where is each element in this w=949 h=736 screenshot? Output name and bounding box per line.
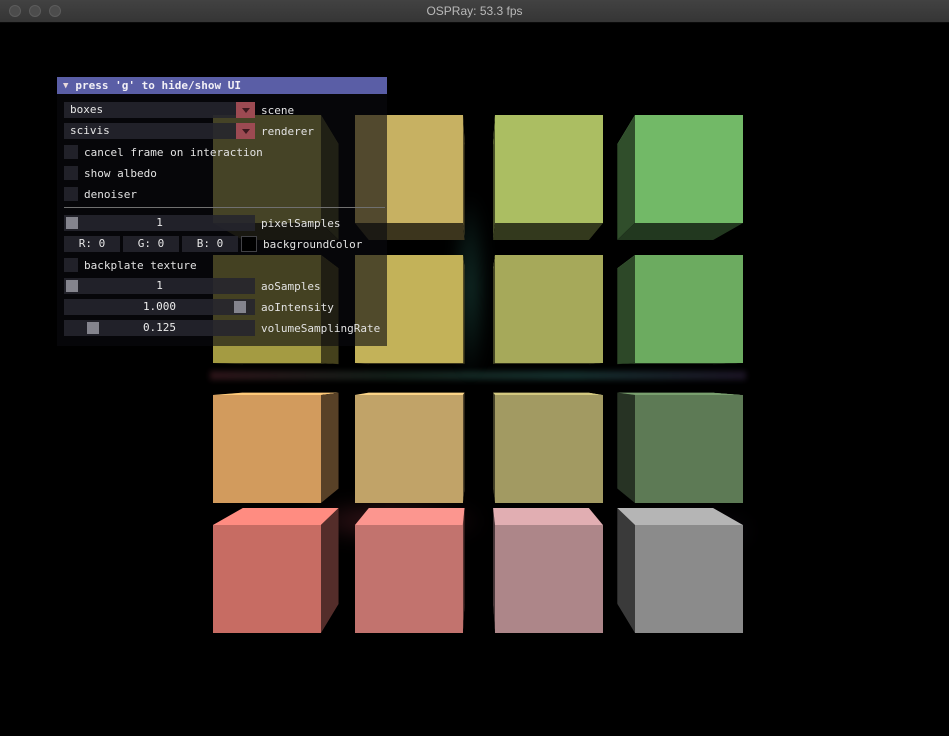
cancel-frame-checkbox[interactable] bbox=[64, 145, 78, 159]
cube-face-bottom bbox=[355, 363, 465, 364]
scene-combo-arrow-button[interactable] bbox=[236, 102, 255, 118]
chevron-down-icon bbox=[242, 129, 250, 134]
window-titlebar[interactable]: OSPRay: 53.3 fps bbox=[0, 0, 949, 23]
show-albedo-checkbox[interactable] bbox=[64, 166, 78, 180]
cube-face-bottom bbox=[617, 363, 743, 364]
cube-2-4 bbox=[626, 262, 728, 364]
cube-face-front bbox=[213, 395, 321, 503]
cube-1-3 bbox=[494, 130, 596, 232]
separator bbox=[64, 207, 385, 208]
panel-header[interactable]: ▼ press 'g' to hide/show UI bbox=[57, 77, 387, 94]
cube-face-front bbox=[635, 255, 743, 363]
chevron-down-icon bbox=[242, 108, 250, 113]
cube-4-2 bbox=[362, 516, 464, 618]
renderer-combo[interactable]: scivis bbox=[64, 123, 255, 139]
cube-face-front bbox=[355, 395, 463, 503]
backplate-label: backplate texture bbox=[84, 259, 197, 272]
cube-face-front bbox=[495, 525, 603, 633]
panel-body: boxes scene scivis renderer cancel frame… bbox=[57, 94, 387, 346]
renderer-row: scivis renderer bbox=[64, 123, 387, 139]
aointensity-row: 1.000 aoIntensity bbox=[64, 299, 387, 315]
cube-3-1 bbox=[229, 394, 331, 496]
cube-face-left bbox=[617, 115, 635, 240]
pixelsamples-slider[interactable]: 1 bbox=[64, 215, 255, 231]
volumesamplingrate-label: volumeSamplingRate bbox=[261, 322, 380, 335]
cube-face-front bbox=[495, 115, 603, 223]
scene-combo[interactable]: boxes bbox=[64, 102, 255, 118]
bg-color-swatch[interactable] bbox=[241, 236, 257, 252]
backgroundcolor-row: R: 0 G: 0 B: 0 backgroundColor bbox=[64, 236, 387, 252]
cube-face-right bbox=[321, 393, 339, 503]
cube-3-3 bbox=[494, 394, 596, 496]
volumesamplingrate-slider[interactable]: 0.125 bbox=[64, 320, 255, 336]
denoiser-checkbox[interactable] bbox=[64, 187, 78, 201]
scene-combo-value: boxes bbox=[64, 102, 236, 118]
aointensity-label: aoIntensity bbox=[261, 301, 334, 314]
cube-face-right bbox=[463, 393, 465, 503]
volumesamplingrate-value: 0.125 bbox=[64, 320, 255, 336]
show-albedo-label: show albedo bbox=[84, 167, 157, 180]
imgui-panel: ▼ press 'g' to hide/show UI boxes scene … bbox=[57, 77, 387, 346]
renderer-label: renderer bbox=[261, 125, 314, 138]
aosamples-slider[interactable]: 1 bbox=[64, 278, 255, 294]
cube-face-top bbox=[493, 508, 603, 525]
cube-face-front bbox=[495, 395, 603, 503]
cube-face-front bbox=[635, 525, 743, 633]
cube-face-right bbox=[463, 255, 465, 364]
backplate-row: backplate texture bbox=[64, 257, 387, 273]
aointensity-slider[interactable]: 1.000 bbox=[64, 299, 255, 315]
cube-face-left bbox=[617, 255, 635, 364]
cube-face-top bbox=[355, 508, 465, 525]
aosamples-row: 1 aoSamples bbox=[64, 278, 387, 294]
cube-3-2 bbox=[362, 394, 464, 496]
cube-1-4 bbox=[626, 130, 728, 232]
cube-4-4 bbox=[626, 516, 728, 618]
volumesamplingrate-row: 0.125 volumeSamplingRate bbox=[64, 320, 387, 336]
bg-blue-drag[interactable]: B: 0 bbox=[182, 236, 238, 252]
cube-4-3 bbox=[494, 516, 596, 618]
app-window: OSPRay: 53.3 fps ▼ press 'g' to hide/sho… bbox=[0, 0, 949, 736]
bg-red-drag[interactable]: R: 0 bbox=[64, 236, 120, 252]
denoiser-label: denoiser bbox=[84, 188, 137, 201]
aointensity-value: 1.000 bbox=[64, 299, 255, 315]
cancel-frame-label: cancel frame on interaction bbox=[84, 146, 263, 159]
cube-face-front bbox=[213, 525, 321, 633]
cube-face-bottom bbox=[493, 363, 603, 364]
bg-green-drag[interactable]: G: 0 bbox=[123, 236, 179, 252]
aosamples-label: aoSamples bbox=[261, 280, 321, 293]
cube-face-bottom bbox=[617, 223, 743, 240]
cube-face-top bbox=[213, 508, 339, 525]
pixelsamples-label: pixelSamples bbox=[261, 217, 340, 230]
backplate-checkbox[interactable] bbox=[64, 258, 78, 272]
cube-face-front bbox=[355, 525, 463, 633]
scene-label: scene bbox=[261, 104, 294, 117]
cube-face-front bbox=[635, 395, 743, 503]
cube-2-3 bbox=[494, 262, 596, 364]
cancel-frame-row: cancel frame on interaction bbox=[64, 144, 387, 160]
cube-4-1 bbox=[229, 516, 331, 618]
window-title: OSPRay: 53.3 fps bbox=[0, 0, 949, 22]
cube-face-top bbox=[617, 508, 743, 525]
panel-title: press 'g' to hide/show UI bbox=[75, 79, 241, 92]
cube-face-front bbox=[635, 115, 743, 223]
aosamples-value: 1 bbox=[64, 278, 255, 294]
cube-face-left bbox=[617, 393, 635, 503]
cube-face-left bbox=[617, 508, 635, 633]
denoiser-row: denoiser bbox=[64, 186, 387, 202]
cube-face-bottom bbox=[493, 223, 603, 240]
cube-face-bottom bbox=[213, 363, 339, 364]
cube-face-right bbox=[463, 508, 465, 633]
renderer-combo-arrow-button[interactable] bbox=[236, 123, 255, 139]
cube-face-right bbox=[463, 115, 465, 240]
cube-face-front bbox=[495, 255, 603, 363]
collapse-triangle-icon[interactable]: ▼ bbox=[63, 81, 68, 91]
scene-row: boxes scene bbox=[64, 102, 387, 118]
show-albedo-row: show albedo bbox=[64, 165, 387, 181]
renderer-combo-value: scivis bbox=[64, 123, 236, 139]
cube-face-right bbox=[321, 508, 339, 633]
cube-3-4 bbox=[626, 394, 728, 496]
backgroundcolor-label: backgroundColor bbox=[263, 238, 362, 251]
pixelsamples-row: 1 pixelSamples bbox=[64, 215, 387, 231]
pixelsamples-value: 1 bbox=[64, 215, 255, 231]
